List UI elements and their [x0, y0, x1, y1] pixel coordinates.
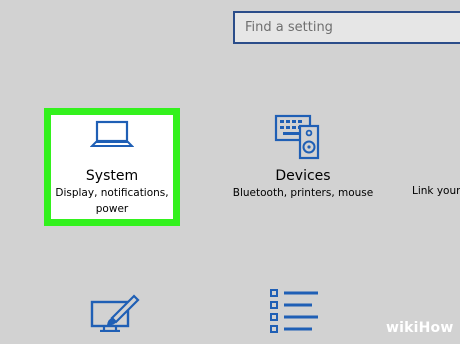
tile-phone-subtitle-partial[interactable]: Link your [412, 185, 460, 197]
keyboard-speaker-icon [274, 114, 320, 160]
apps-list-icon[interactable] [268, 288, 320, 334]
tile-system[interactable]: System Display, notifications, power [44, 108, 180, 226]
tile-system-subtitle-line1: Display, notifications, [55, 187, 169, 199]
tile-system-title: System [85, 168, 139, 184]
tile-system-subtitle: Display, notifications, power [44, 185, 180, 217]
tile-devices-title: Devices [275, 168, 331, 184]
watermark-text: wikiHow [386, 320, 454, 336]
personalization-brush-icon[interactable] [90, 292, 140, 332]
settings-window: Find a setting System Display, notificat… [0, 0, 460, 344]
tile-devices-subtitle: Bluetooth, printers, mouse [232, 187, 374, 199]
tile-devices[interactable]: Devices Bluetooth, printers, mouse [218, 108, 388, 218]
tile-system-subtitle-line2: power [95, 203, 129, 215]
laptop-icon [90, 120, 134, 147]
wikihow-watermark: wikiHow [386, 320, 454, 336]
search-box[interactable]: Find a setting [233, 11, 460, 44]
search-placeholder: Find a setting [245, 20, 333, 35]
